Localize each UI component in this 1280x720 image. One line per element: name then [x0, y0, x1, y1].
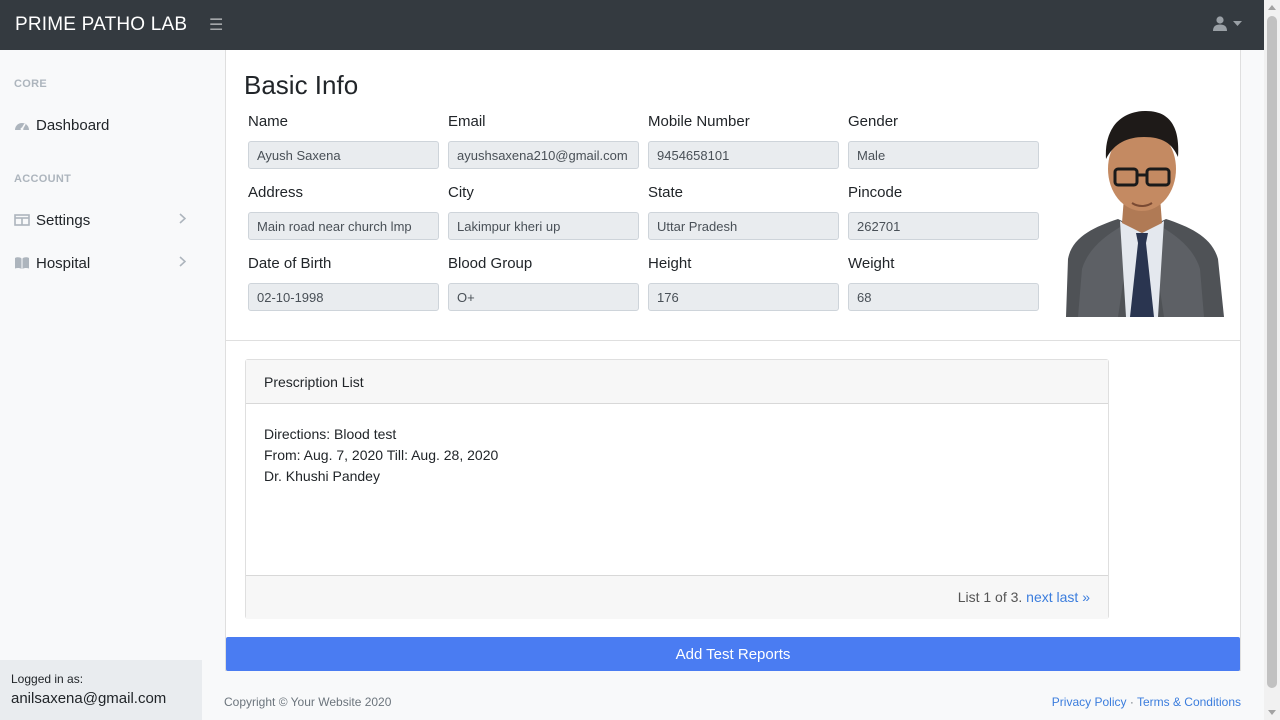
- sidebar-item-hospital[interactable]: Hospital: [14, 250, 190, 276]
- field-label: City: [448, 184, 474, 201]
- field-mobile: Mobile Number 9454658101: [648, 113, 839, 169]
- field-dob: Date of Birth 02-10-1998: [248, 255, 439, 311]
- prescription-doctor: Dr. Khushi Pandey: [264, 468, 380, 484]
- gender-field[interactable]: Male: [848, 141, 1039, 169]
- pincode-field[interactable]: 262701: [848, 212, 1039, 240]
- sidebar-item-label: Dashboard: [36, 116, 110, 134]
- privacy-policy-link[interactable]: Privacy Policy: [1052, 695, 1127, 709]
- prescription-dates: From: Aug. 7, 2020 Till: Aug. 28, 2020: [264, 447, 499, 463]
- field-label: State: [648, 184, 684, 201]
- pagination-status: List 1 of 3.: [957, 589, 1023, 605]
- chevron-right-icon: [179, 256, 186, 267]
- sidebar-toggle-icon[interactable]: ☰: [209, 15, 223, 35]
- dob-field[interactable]: 02-10-1998: [248, 283, 439, 311]
- columns-icon: [14, 214, 30, 226]
- page-scrollbar[interactable]: [1264, 0, 1280, 720]
- field-label: Height: [648, 255, 692, 272]
- city-field[interactable]: Lakimpur kheri up: [448, 212, 639, 240]
- sidebar-heading-account: ACCOUNT: [14, 173, 72, 185]
- field-blood-group: Blood Group O+: [448, 255, 639, 311]
- field-height: Height 176: [648, 255, 839, 311]
- pagination: List 1 of 3. next last »: [246, 575, 1108, 619]
- user-dropdown-toggle[interactable]: [1213, 16, 1242, 31]
- name-field[interactable]: Ayush Saxena: [248, 141, 439, 169]
- logged-in-label: Logged in as:: [11, 672, 84, 686]
- field-label: Weight: [848, 255, 895, 272]
- prescription-list-header: Prescription List: [246, 360, 1108, 404]
- prescription-directions: Directions: Blood test: [264, 426, 397, 442]
- tachometer-icon: [15, 123, 29, 131]
- state-field[interactable]: Uttar Pradesh: [648, 212, 839, 240]
- book-open-icon: [15, 257, 29, 269]
- email-field[interactable]: ayushsaxena210@gmail.com: [448, 141, 639, 169]
- footer-links: Privacy Policy · Terms & Conditions: [1052, 695, 1241, 709]
- field-pincode: Pincode 262701: [848, 184, 1039, 240]
- add-test-reports-button[interactable]: Add Test Reports: [226, 637, 1240, 671]
- user-icon: [1213, 16, 1227, 31]
- last-page-link[interactable]: last »: [1057, 589, 1090, 605]
- footer-separator: ·: [1129, 695, 1134, 709]
- height-field[interactable]: 176: [648, 283, 839, 311]
- weight-field[interactable]: 68: [848, 283, 1039, 311]
- scroll-up-icon[interactable]: [1268, 5, 1276, 10]
- address-field[interactable]: Main road near church lmp: [248, 212, 439, 240]
- logged-in-user: anilsaxena@gmail.com: [11, 690, 167, 707]
- chevron-right-icon: [179, 213, 186, 224]
- scrollbar-thumb[interactable]: [1267, 16, 1277, 688]
- sidebar-item-label: Hospital: [36, 254, 91, 272]
- prescription-entry: Directions: Blood test From: Aug. 7, 202…: [246, 404, 1108, 575]
- field-label: Blood Group: [448, 255, 533, 272]
- copyright-text: Copyright © Your Website 2020: [224, 695, 392, 709]
- field-label: Email: [448, 113, 486, 130]
- field-label: Date of Birth: [248, 255, 332, 272]
- blood-group-field[interactable]: O+: [448, 283, 639, 311]
- field-label: Address: [248, 184, 304, 201]
- sidebar-footer: Logged in as: anilsaxena@gmail.com: [0, 660, 202, 720]
- profile-photo: [1058, 109, 1224, 317]
- caret-down-icon: [1233, 20, 1242, 26]
- sidebar: CORE Dashboard ACCOUNT Settings Hospital: [0, 50, 202, 720]
- basic-info-card: Basic Info Name Ayush Saxena Email ayush…: [225, 50, 1241, 341]
- mobile-field[interactable]: 9454658101: [648, 141, 839, 169]
- prescription-card: Prescription List Directions: Blood test…: [225, 341, 1241, 671]
- top-navbar: PRIME PATHO LAB ☰: [0, 0, 1264, 50]
- field-city: City Lakimpur kheri up: [448, 184, 639, 240]
- field-label: Pincode: [848, 184, 903, 201]
- sidebar-item-label: Settings: [36, 211, 91, 229]
- sidebar-item-settings[interactable]: Settings: [14, 207, 190, 233]
- terms-conditions-link[interactable]: Terms & Conditions: [1137, 695, 1241, 709]
- next-page-link[interactable]: next: [1026, 589, 1052, 605]
- field-label: Name: [248, 113, 289, 130]
- scroll-down-icon[interactable]: [1268, 710, 1276, 715]
- field-gender: Gender Male: [848, 113, 1039, 169]
- field-weight: Weight 68: [848, 255, 1039, 311]
- field-label: Mobile Number: [648, 113, 750, 130]
- field-name: Name Ayush Saxena: [248, 113, 439, 169]
- sidebar-item-dashboard[interactable]: Dashboard: [14, 112, 190, 138]
- prescription-list: Prescription List Directions: Blood test…: [245, 359, 1109, 619]
- main-content: Basic Info Name Ayush Saxena Email ayush…: [202, 50, 1264, 720]
- field-email: Email ayushsaxena210@gmail.com: [448, 113, 639, 169]
- sidebar-heading-core: CORE: [14, 78, 47, 90]
- field-address: Address Main road near church lmp: [248, 184, 439, 240]
- field-label: Gender: [848, 113, 899, 130]
- brand-title[interactable]: PRIME PATHO LAB: [0, 14, 200, 36]
- page-title: Basic Info: [244, 70, 359, 100]
- field-state: State Uttar Pradesh: [648, 184, 839, 240]
